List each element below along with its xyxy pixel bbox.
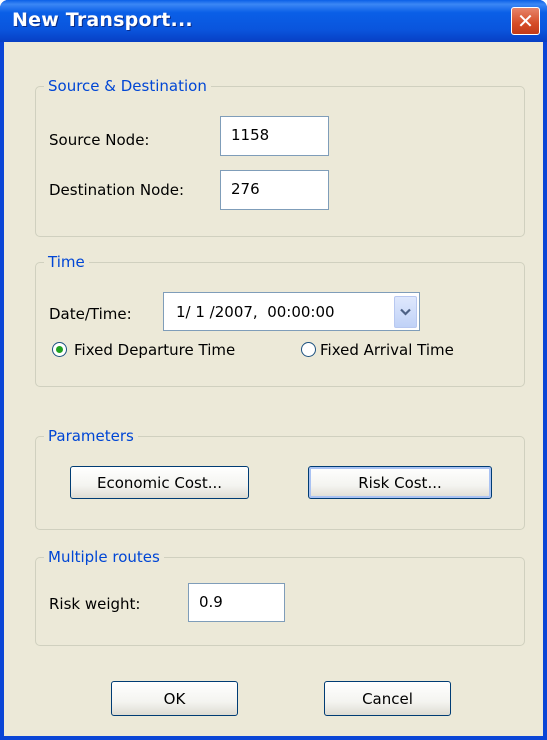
radio-selected-dot (56, 346, 63, 353)
source-destination-legend: Source & Destination (44, 76, 211, 96)
fixed-departure-label[interactable]: Fixed Departure Time (74, 340, 235, 360)
risk-weight-input[interactable]: 0.9 (188, 583, 285, 622)
destination-node-input[interactable]: 276 (220, 170, 329, 210)
source-node-value: 1158 (231, 126, 270, 144)
datetime-label: Date/Time: (49, 305, 132, 323)
ok-button[interactable]: OK (111, 681, 238, 716)
close-icon: ✕ (517, 9, 534, 33)
time-legend: Time (44, 252, 89, 272)
window-title: New Transport... (12, 9, 193, 31)
source-destination-group: Source & Destination (35, 76, 525, 237)
risk-weight-label: Risk weight: (49, 595, 141, 613)
destination-node-value: 276 (231, 180, 260, 198)
risk-cost-button[interactable]: Risk Cost... (308, 466, 492, 499)
risk-weight-value: 0.9 (199, 593, 223, 611)
cancel-label: Cancel (362, 689, 413, 708)
datetime-value: 1/ 1 /2007, 00:00:00 (176, 303, 335, 321)
destination-node-label: Destination Node: (49, 181, 185, 199)
cancel-button[interactable]: Cancel (324, 681, 451, 716)
risk-cost-label: Risk Cost... (358, 473, 442, 492)
datetime-picker[interactable]: 1/ 1 /2007, 00:00:00 (163, 292, 420, 331)
fixed-departure-radio[interactable] (52, 342, 67, 357)
fixed-arrival-radio[interactable] (301, 342, 316, 357)
dialog-window: New Transport... ✕ Source & Destination … (0, 0, 547, 740)
close-button[interactable]: ✕ (511, 7, 540, 35)
datetime-dropdown-button[interactable] (394, 296, 417, 328)
ok-label: OK (163, 689, 186, 708)
chevron-down-icon (400, 308, 411, 316)
fixed-arrival-label[interactable]: Fixed Arrival Time (320, 340, 454, 360)
source-node-label: Source Node: (49, 131, 150, 149)
multiple-routes-legend: Multiple routes (44, 547, 164, 567)
parameters-legend: Parameters (44, 426, 138, 446)
economic-cost-label: Economic Cost... (96, 473, 223, 492)
source-node-input[interactable]: 1158 (220, 116, 329, 156)
economic-cost-button[interactable]: Economic Cost... (70, 466, 249, 499)
title-bar[interactable]: New Transport... ✕ (0, 0, 547, 42)
